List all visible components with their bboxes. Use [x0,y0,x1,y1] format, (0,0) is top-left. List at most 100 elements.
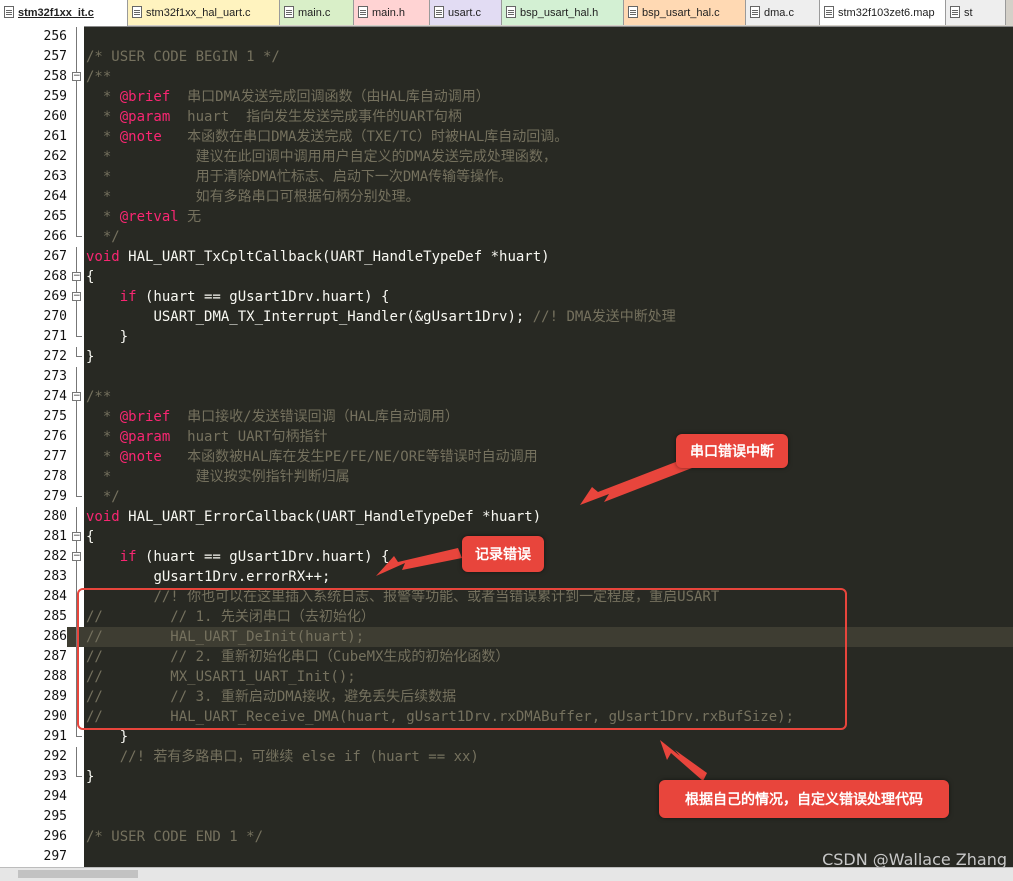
code-line[interactable]: 268−{ [0,267,1013,287]
file-icon [4,6,14,18]
tab-6[interactable]: bsp_usart_hal.c [624,0,746,25]
code-line[interactable]: 265 * @retval 无 [0,207,1013,227]
line-number: 277 [0,447,67,467]
line-number: 286 [0,627,67,647]
fold-toggle-icon[interactable]: − [71,287,83,307]
comment-token: * [102,429,120,445]
fold-toggle-icon[interactable]: − [71,527,83,547]
code-line[interactable]: 266 */ [0,227,1013,247]
code-line[interactable]: 257 /* USER CODE BEGIN 1 */ [0,47,1013,67]
code-text: USART_DMA_TX_Interrupt_Handler(&gUsart1D… [86,307,1013,327]
code-line[interactable]: 275 * @brief 串口接收/发送错误回调（HAL库自动调用） [0,407,1013,427]
code-token: (huart == gUsart1Drv.huart) { [136,289,390,305]
code-text: //! 若有多路串口，可继续 else if (huart == xx) [86,747,1013,767]
code-line[interactable]: 280 void HAL_UART_ErrorCallback(UART_Hand… [0,507,1013,527]
code-line[interactable]: 292 //! 若有多路串口，可继续 else if (huart == xx) [0,747,1013,767]
code-text: gUsart1Drv.errorRX++; [86,567,1013,587]
code-line[interactable]: 277 * @note 本函数被HAL库在发生PE/FE/NE/ORE等错误时自… [0,447,1013,467]
line-number: 269 [0,287,67,307]
tab-3[interactable]: main.h [354,0,430,25]
line-number: 259 [0,87,67,107]
code-line[interactable]: 263 * 用于清除DMA忙标志、启动下一次DMA传输等操作。 [0,167,1013,187]
fold-line-icon [71,47,83,67]
code-line[interactable]: 260 * @param huart 指向发生发送完成事件的UART句柄 [0,107,1013,127]
code-text: * 如有多路串口可根据句柄分别处理。 [86,187,1013,207]
tab-label: stm32f103zet6.map [838,6,935,19]
tab-0[interactable]: stm32f1xx_it.c [0,0,128,26]
code-line[interactable]: 269− if (huart == gUsart1Drv.huart) { [0,287,1013,307]
code-line[interactable]: 264 * 如有多路串口可根据句柄分别处理。 [0,187,1013,207]
line-number: 256 [0,27,67,47]
code-token: { [86,269,95,285]
line-number: 275 [0,407,67,427]
code-text: * @brief 串口DMA发送完成回调函数（由HAL库自动调用） [86,87,1013,107]
tab-9[interactable]: st [946,0,1006,25]
tab-8[interactable]: stm32f103zet6.map [820,0,946,25]
code-line[interactable]: 258−/** [0,67,1013,87]
scrollbar-thumb[interactable] [18,870,138,878]
tab-7[interactable]: dma.c [746,0,820,25]
code-token: HAL_UART_ErrorCallback(UART_HandleTypeDe… [119,509,542,525]
tab-4[interactable]: usart.c [430,0,502,25]
tab-label: main.c [298,6,331,19]
fold-line-icon [71,467,83,487]
code-token: (huart == gUsart1Drv.huart) { [136,549,390,565]
code-line[interactable]: 276 * @param huart UART句柄指针 [0,427,1013,447]
line-number: 287 [0,647,67,667]
line-number: 283 [0,567,67,587]
comment-token: * 用于清除DMA忙标志、启动下一次DMA传输等操作。 [102,169,513,185]
file-icon [750,6,760,18]
tab-1[interactable]: stm32f1xx_hal_uart.c [128,0,280,25]
code-line[interactable]: 267 void HAL_UART_TxCpltCallback(UART_Han… [0,247,1013,267]
code-line[interactable]: 274−/** [0,387,1013,407]
code-line[interactable]: 279 */ [0,487,1013,507]
fold-toggle-icon[interactable]: − [71,387,83,407]
keyword-token: @param [119,429,171,445]
fold-toggle-icon[interactable]: − [71,67,83,87]
code-line[interactable]: 262 * 建议在此回调中调用用户自定义的DMA发送完成处理函数， [0,147,1013,167]
code-line[interactable]: 261 * @note 本函数在串口DMA发送完成（TXE/TC）时被HAL库自… [0,127,1013,147]
file-icon [284,6,294,18]
line-number: 270 [0,307,67,327]
tab-label: stm32f1xx_it.c [18,7,94,19]
line-number: 260 [0,107,67,127]
code-line[interactable]: 272} [0,347,1013,367]
code-line[interactable]: 271 } [0,327,1013,347]
code-text: * @param huart UART句柄指针 [86,427,1013,447]
code-token: USART_DMA_TX_Interrupt_Handler(&gUsart1D… [153,309,533,325]
code-line[interactable]: 259 * @brief 串口DMA发送完成回调函数（由HAL库自动调用） [0,87,1013,107]
tab-label: usart.c [448,6,482,19]
tab-label: bsp_usart_hal.c [642,6,720,19]
file-icon [132,6,142,18]
tab-2[interactable]: main.c [280,0,354,25]
horizontal-scrollbar[interactable] [0,867,1013,881]
code-line[interactable]: 291 } [0,727,1013,747]
fold-line-icon [71,87,83,107]
line-number: 297 [0,847,67,867]
fold-toggle-icon[interactable]: − [71,547,83,567]
tab-label: st [964,6,973,19]
line-number: 267 [0,247,67,267]
comment-token: 本函数被HAL库在发生PE/FE/NE/ORE等错误时自动调用 [161,449,538,465]
tab-label: bsp_usart_hal.h [520,6,599,19]
code-line[interactable]: 278 * 建议按实例指针判断归属 [0,467,1013,487]
code-text: } [86,727,1013,747]
tab-5[interactable]: bsp_usart_hal.h [502,0,624,25]
code-editor[interactable]: 256 257/* USER CODE BEGIN 1 */258−/** 259 … [0,27,1013,867]
comment-token: 串口接收/发送错误回调（HAL库自动调用） [170,409,459,425]
line-number: 272 [0,347,67,367]
fold-toggle-icon[interactable]: − [71,267,83,287]
fold-line-icon [71,327,83,347]
code-line[interactable]: 270 USART_DMA_TX_Interrupt_Handler(&gUsa… [0,307,1013,327]
code-line[interactable]: 273 [0,367,1013,387]
code-line[interactable]: 256 [0,27,1013,47]
code-text: { [86,527,1013,547]
code-text: * @retval 无 [86,207,1013,227]
comment-token: /** [86,69,112,85]
code-line[interactable]: 296 /* USER CODE END 1 */ [0,827,1013,847]
